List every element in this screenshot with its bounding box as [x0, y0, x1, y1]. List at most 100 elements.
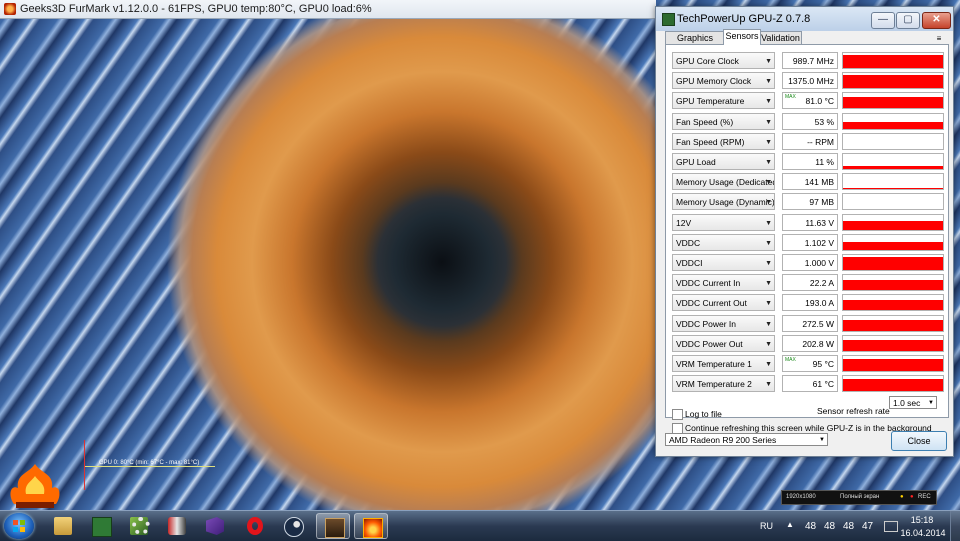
sensor-graph	[842, 52, 944, 69]
sensor-value: 22.2 A	[782, 274, 838, 292]
furmark-titlebar[interactable]: Geeks3D FurMark v1.12.0.0 - 61FPS, GPU0 …	[0, 0, 656, 19]
sensor-value: 61 °C	[782, 375, 838, 393]
sensor-graph	[842, 294, 944, 312]
sensor-row: VDDC Power Out ▼ 202.8 W	[672, 334, 944, 353]
tray-temp-3[interactable]: 47	[862, 521, 873, 532]
clock-date[interactable]: 16.04.2014	[900, 528, 946, 538]
taskbar-app-opera[interactable]	[238, 513, 272, 539]
game-launcher-icon	[325, 518, 345, 538]
user-folder-icon	[54, 517, 72, 535]
taskbar-app-afterburner[interactable]	[160, 513, 194, 539]
visual-studio-icon	[206, 517, 224, 535]
sensor-value-text: 97 MB	[809, 197, 834, 208]
taskbar-app-user-folder[interactable]	[46, 513, 80, 539]
sensor-name-dropdown[interactable]: GPU Core Clock ▼	[672, 52, 775, 69]
taskbar-app-game-launcher[interactable]	[316, 513, 350, 539]
sensor-name-dropdown[interactable]: VDDC Current Out ▼	[672, 294, 775, 312]
tab-graphics-card[interactable]: Graphics Card	[665, 31, 725, 56]
taskbar-app-furmark[interactable]	[354, 513, 388, 539]
close-button[interactable]: Close	[891, 431, 947, 451]
minimize-button[interactable]: —	[871, 12, 895, 29]
sensor-value-text: 1375.0 MHz	[788, 76, 834, 87]
sensor-name-dropdown[interactable]: VDDC Power Out ▼	[672, 334, 775, 352]
capture-overlay-bar[interactable]: 1920x1080 Полный экран ● ● REC	[781, 490, 937, 505]
sensor-graph	[842, 193, 944, 211]
sensor-name-dropdown[interactable]: GPU Memory Clock ▼	[672, 72, 775, 90]
sensor-graph-fill	[843, 166, 943, 169]
sensor-name-dropdown[interactable]: 12V ▼	[672, 213, 775, 231]
sensor-value: 141 MB	[782, 173, 838, 191]
sensor-name-dropdown[interactable]: VRM Temperature 1 ▼	[672, 355, 775, 372]
sensors-panel: GPU Core Clock ▼ 989.7 MHz GPU Memory Clock…	[665, 44, 949, 434]
sensor-value-text: 11 %	[815, 157, 834, 167]
tab-sensors[interactable]: Sensors	[723, 29, 761, 45]
sensor-value: 193.0 A	[782, 294, 838, 312]
chevron-down-icon: ▼	[765, 159, 772, 166]
monitor-icon[interactable]	[884, 521, 898, 532]
sensor-name: VDDC Current In	[676, 278, 741, 289]
taskbar-app-gpuz[interactable]	[84, 513, 118, 539]
sensor-name: VDDC Current Out	[676, 298, 747, 309]
sensor-name-dropdown[interactable]: GPU Temperature ▼	[672, 92, 775, 110]
camera-icon[interactable]: ●	[900, 494, 904, 500]
sensor-name: Memory Usage (Dynamic)	[676, 197, 775, 208]
sensor-name-dropdown[interactable]: Memory Usage (Dynamic) ▼	[672, 193, 775, 211]
sensor-name-dropdown[interactable]: Memory Usage (Dedicated) ▼	[672, 173, 775, 191]
sensor-value-text: 989.7 MHz	[792, 56, 834, 66]
sensor-name-dropdown[interactable]: Fan Speed (%) ▼	[672, 112, 775, 130]
sensor-name: VRM Temperature 2	[676, 379, 752, 390]
menu-icon[interactable]: ≡	[934, 34, 944, 43]
sensor-name-dropdown[interactable]: GPU Load ▼	[672, 153, 775, 170]
osd-graph-line	[85, 466, 215, 467]
sensor-name-dropdown[interactable]: Fan Speed (RPM) ▼	[672, 132, 775, 150]
taskbar-app-visual-studio[interactable]	[198, 513, 232, 539]
tray-expand-icon[interactable]: ▲	[786, 520, 794, 529]
sensor-graph-fill	[843, 55, 943, 68]
gpuz-window[interactable]: TechPowerUp GPU-Z 0.7.8 — ▢ ✕ Graphics C…	[655, 6, 954, 457]
furmark-logo-icon	[10, 464, 60, 508]
sensor-name-dropdown[interactable]: VDDCI ▼	[672, 254, 775, 271]
opera-icon	[247, 517, 263, 535]
sensor-row: Memory Usage (Dedicated) ▼ 141 MB	[672, 173, 944, 191]
sensor-name-dropdown[interactable]: VDDC Current In ▼	[672, 274, 775, 292]
taskbar-app-steam[interactable]	[276, 513, 310, 539]
steam-icon	[284, 517, 304, 537]
sensor-value: 53 %	[782, 112, 838, 130]
sensor-value: MAX 95 °C	[782, 355, 838, 372]
sensor-name-dropdown[interactable]: VRM Temperature 2 ▼	[672, 375, 775, 393]
tray-temp-2[interactable]: 48	[843, 521, 854, 532]
refresh-rate-value: 1.0 sec	[893, 398, 921, 408]
start-button[interactable]	[4, 513, 34, 539]
close-window-button[interactable]: ✕	[922, 12, 951, 29]
capture-rec-label: REC	[918, 494, 931, 500]
capture-resolution: 1920x1080	[786, 494, 816, 500]
gpu-select[interactable]: AMD Radeon R9 200 Series ▼	[665, 433, 828, 446]
tab-validation[interactable]: Validation	[759, 31, 802, 45]
gpuz-titlebar[interactable]: TechPowerUp GPU-Z 0.7.8 — ▢ ✕	[656, 7, 953, 31]
gpuz-icon	[662, 13, 675, 26]
sensor-value-text: 53 %	[814, 116, 834, 127]
gpuz-window-title: TechPowerUp GPU-Z 0.7.8	[677, 13, 811, 25]
tray-temp-1[interactable]: 48	[824, 521, 835, 532]
refresh-rate-select[interactable]: 1.0 sec ▼	[889, 396, 937, 409]
sensor-name: VDDC Power In	[676, 318, 736, 329]
show-desktop-button[interactable]	[950, 511, 960, 541]
tray-temp-0[interactable]: 48	[805, 521, 816, 532]
sensor-value-text: -- RPM	[807, 136, 834, 147]
clock-time[interactable]: 15:18	[908, 515, 936, 525]
gpu-select-value: AMD Radeon R9 200 Series	[669, 435, 777, 445]
sensor-name-dropdown[interactable]: VDDC ▼	[672, 233, 775, 251]
sensor-graph-fill	[843, 340, 943, 351]
sensor-value-text: 61 °C	[812, 379, 834, 390]
taskbar-app-settings[interactable]	[124, 513, 158, 539]
sensor-name: VDDC	[676, 237, 701, 248]
record-icon[interactable]: ●	[910, 494, 914, 500]
tray-language[interactable]: RU	[760, 521, 773, 531]
sensor-name: 12V	[676, 217, 692, 228]
sensor-value: MAX 81.0 °C	[782, 92, 838, 110]
sensor-max-indicator: MAX	[785, 357, 796, 363]
sensor-name-dropdown[interactable]: VDDC Power In ▼	[672, 314, 775, 332]
sensor-value: 989.7 MHz	[782, 52, 838, 69]
log-to-file-checkbox[interactable]	[672, 409, 683, 420]
maximize-button[interactable]: ▢	[896, 12, 920, 29]
